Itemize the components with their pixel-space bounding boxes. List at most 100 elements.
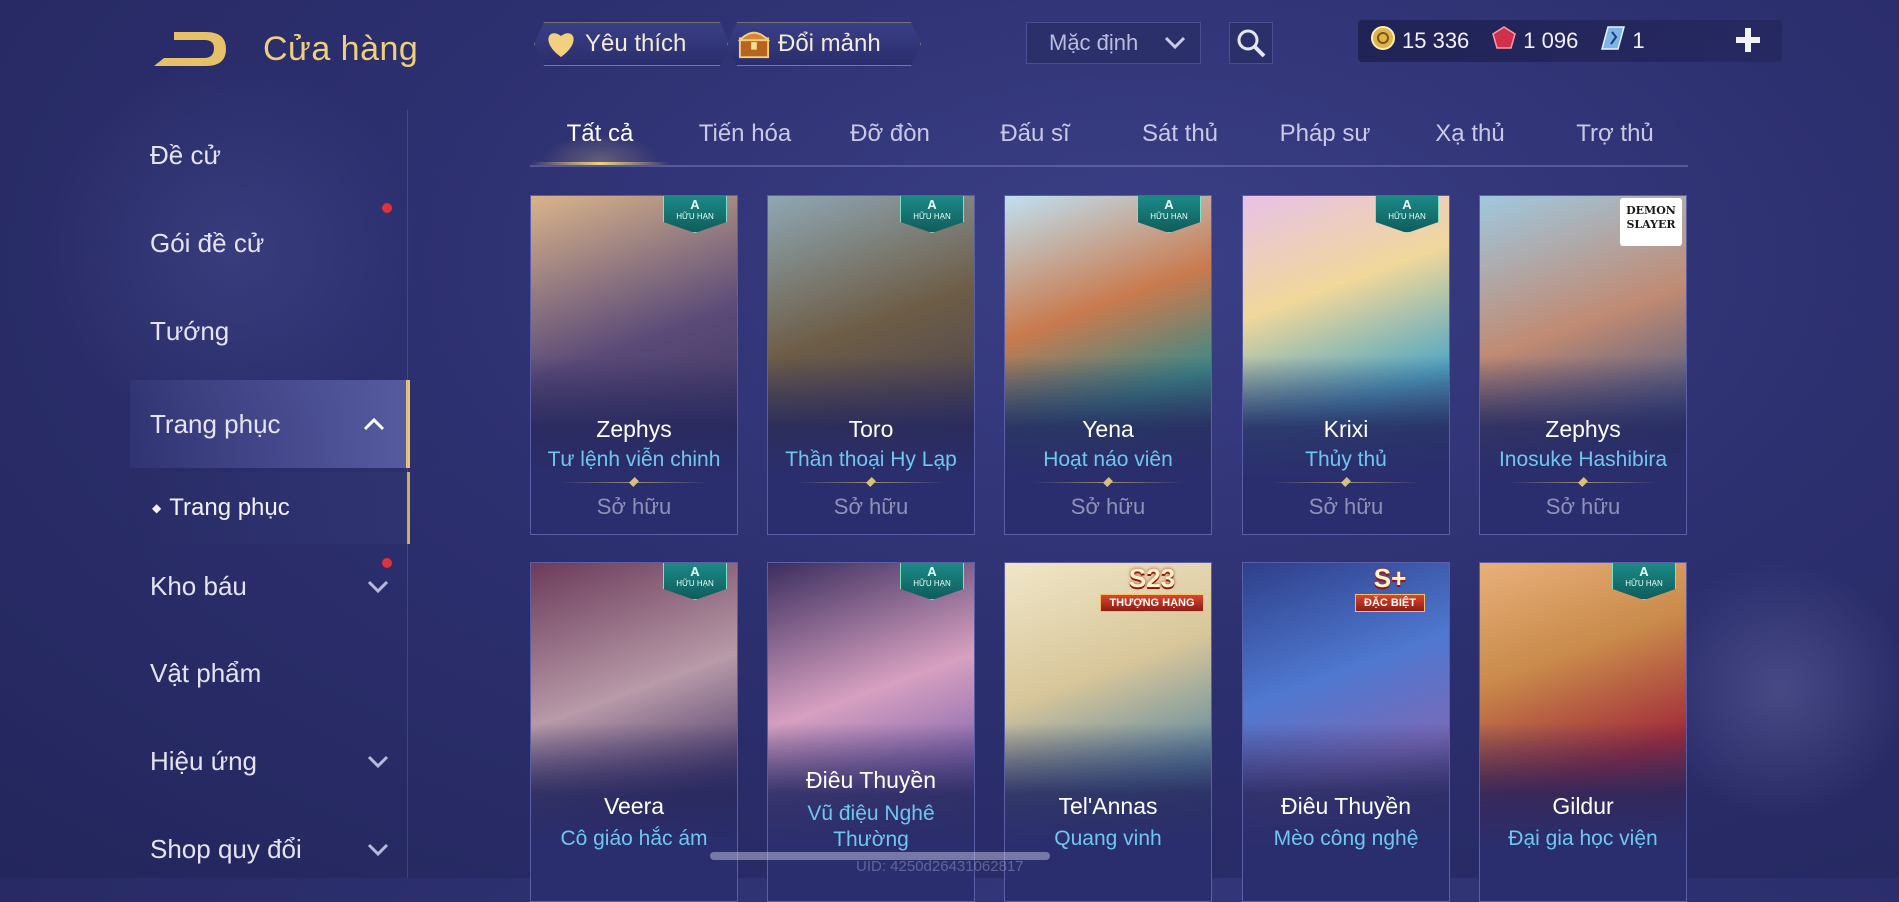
sidebar-item-label: Trang phục xyxy=(150,408,281,439)
tab-label: Xạ thủ xyxy=(1435,120,1505,147)
skin-card[interactable]: A HỮU HẠN Zephys Tư lệnh viễn chinh Sở hữ… xyxy=(530,195,738,535)
favorite-label: Yêu thích xyxy=(585,30,687,57)
tab-label: Pháp sư xyxy=(1279,120,1371,147)
skin-card[interactable]: A HỮU HẠN Krixi Thủy thủ Sở hữu xyxy=(1242,195,1450,535)
sidebar-divider xyxy=(407,110,408,878)
sort-select-value: Mặc định xyxy=(1049,30,1139,55)
sidebar-item-exchange-shop[interactable]: Shop quy đổi xyxy=(130,809,410,889)
skin-name: Thần thoại Hy Lạp xyxy=(785,448,957,471)
tab-all[interactable]: Tất cả xyxy=(530,105,670,165)
sidebar-subitem-label: Trang phục xyxy=(169,494,290,521)
skin-card[interactable]: A HỮU HẠN Gildur Đại gia học viện xyxy=(1479,562,1687,902)
tab-label: Đấu sĩ xyxy=(1000,120,1070,147)
chevron-down-icon xyxy=(367,755,389,769)
skin-name: Hoạt náo viên xyxy=(1043,448,1173,471)
tab-label: Đỡ đòn xyxy=(850,120,930,147)
owned-status: Sở hữu xyxy=(1545,494,1621,519)
chevron-down-icon xyxy=(367,580,389,594)
sidebar-item-label: Đề cử xyxy=(150,139,221,170)
sort-select[interactable]: Mặc định xyxy=(1026,22,1201,64)
demon-slayer-logo: DEMON SLAYER xyxy=(1620,198,1682,246)
search-button[interactable] xyxy=(1229,22,1273,64)
tab-tank[interactable]: Đỡ đòn xyxy=(820,105,960,163)
hero-name: Krixi xyxy=(1323,416,1369,442)
tab-support[interactable]: Trợ thủ xyxy=(1545,105,1685,163)
skin-name: Cô giáo hắc ám xyxy=(560,827,708,850)
owned-status: Sở hữu xyxy=(1070,494,1146,519)
owned-status: Sở hữu xyxy=(833,494,909,519)
currency-bar: 15 336 1 096 1 xyxy=(1358,20,1782,62)
gold-balance: 15 336 xyxy=(1370,25,1469,57)
ruby-amount: 1 096 xyxy=(1523,28,1579,53)
chevron-down-icon xyxy=(1164,30,1186,56)
sidebar-item-items[interactable]: Vật phẩm xyxy=(130,633,410,713)
plus-icon xyxy=(1736,28,1760,52)
sidebar-item-label: Tướng xyxy=(150,315,230,346)
tab-mage[interactable]: Pháp sư xyxy=(1255,105,1395,163)
hero-name: Zephys xyxy=(596,416,672,442)
voucher-balance: 1 xyxy=(1600,25,1645,57)
back-arrow-icon xyxy=(154,32,226,66)
skin-name: Quang vinh xyxy=(1054,827,1162,850)
search-icon xyxy=(1237,29,1266,58)
favorite-button[interactable]: Yêu thích xyxy=(534,22,730,66)
hero-name: Gildur xyxy=(1552,793,1614,819)
skin-name: Mèo công nghệ xyxy=(1273,827,1419,850)
page-title: Cửa hàng xyxy=(263,30,419,68)
ruby-balance: 1 096 xyxy=(1491,25,1578,57)
tab-warrior[interactable]: Đấu sĩ xyxy=(965,105,1105,163)
ruby-gem-icon xyxy=(1491,25,1517,57)
sidebar-subitem-skins[interactable]: ◆ Trang phục xyxy=(130,472,410,544)
exchange-label: Đổi mảnh xyxy=(778,30,881,57)
hero-name: Tel'Annas xyxy=(1058,793,1158,819)
tab-label: Tất cả xyxy=(566,120,634,147)
sidebar-item-label: Vật phẩm xyxy=(150,657,262,688)
tab-assassin[interactable]: Sát thủ xyxy=(1110,105,1250,163)
hero-name: Toro xyxy=(848,416,894,442)
skin-name: Đại gia học viện xyxy=(1508,827,1658,850)
background-glow-right xyxy=(1650,560,1899,820)
tab-marksman[interactable]: Xạ thủ xyxy=(1400,105,1540,163)
skin-card[interactable]: A HỮU HẠN Yena Hoạt náo viên Sở hữu xyxy=(1004,195,1212,535)
chevron-down-icon xyxy=(367,843,389,857)
tab-label: Trợ thủ xyxy=(1576,120,1654,147)
sidebar-item-label: Kho báu xyxy=(150,570,247,601)
hero-name: Điêu Thuyền xyxy=(1281,793,1411,819)
sidebar-item-label: Gói đề cử xyxy=(150,227,265,258)
treasure-chest-icon xyxy=(738,28,770,60)
tab-label: Sát thủ xyxy=(1141,120,1219,147)
sidebar-item-treasure[interactable]: Kho báu xyxy=(130,546,410,626)
voucher-amount: 1 xyxy=(1632,28,1645,53)
tier-badge: S+ ĐẶC BIỆT xyxy=(1337,563,1443,615)
exchange-shards-button[interactable]: Đổi mảnh xyxy=(727,22,921,66)
sidebar-item-label: Shop quy đổi xyxy=(150,833,302,864)
tab-label: Tiến hóa xyxy=(698,120,792,147)
skin-card[interactable]: A HỮU HẠN Toro Thần thoại Hy Lạp Sở hữu xyxy=(767,195,975,535)
sidebar-item-recommended[interactable]: Đề cử xyxy=(130,115,410,195)
skin-card[interactable]: A HỮU HẠN Điêu Thuyền Vũ điệu Nghê Thường xyxy=(767,562,975,902)
gold-coin-icon xyxy=(1370,25,1396,57)
sidebar-item-effects[interactable]: Hiệu ứng xyxy=(130,721,410,801)
bullet-diamond-icon: ◆ xyxy=(152,501,162,515)
gold-amount: 15 336 xyxy=(1402,28,1470,53)
add-currency-button[interactable] xyxy=(1730,22,1766,58)
voucher-icon xyxy=(1600,25,1626,57)
uid-watermark: UID: 4250d26431062817 xyxy=(856,858,1024,875)
back-button[interactable] xyxy=(150,30,230,72)
sidebar-item-skins[interactable]: Trang phục xyxy=(130,380,410,468)
sidebar-item-label: Hiệu ứng xyxy=(150,745,258,776)
skin-card[interactable]: A HỮU HẠN Veera Cô giáo hắc ám xyxy=(530,562,738,902)
skin-name: Tư lệnh viễn chinh xyxy=(547,448,721,471)
tab-evolution[interactable]: Tiến hóa xyxy=(675,105,815,163)
notification-dot xyxy=(382,558,392,568)
skin-card[interactable]: S+ ĐẶC BIỆT Điêu Thuyền Mèo công nghệ xyxy=(1242,562,1450,902)
skin-card[interactable]: DEMON SLAYER Zephys Inosuke Hashibira Sở… xyxy=(1479,195,1687,535)
hero-name: Veera xyxy=(603,793,665,819)
owned-status: Sở hữu xyxy=(1308,494,1384,519)
tier-badge: S23 THƯỢNG HẠNG xyxy=(1099,563,1205,615)
owned-status: Sở hữu xyxy=(596,494,672,519)
chevron-up-icon xyxy=(363,417,385,431)
sidebar-item-bundles[interactable]: Gói đề cử xyxy=(130,203,410,283)
skin-card[interactable]: S23 THƯỢNG HẠNG Tel'Annas Quang vinh xyxy=(1004,562,1212,902)
sidebar-item-heroes[interactable]: Tướng xyxy=(130,291,410,371)
